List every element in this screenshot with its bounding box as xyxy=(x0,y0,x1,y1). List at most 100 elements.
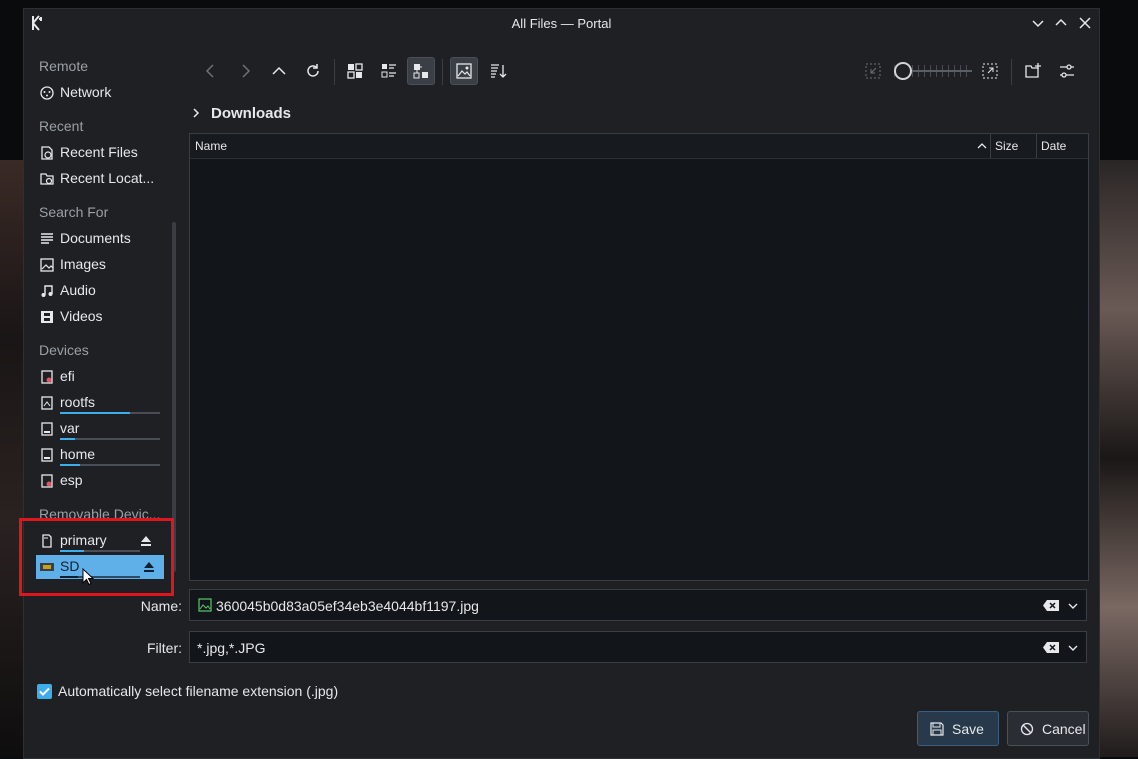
options-button[interactable] xyxy=(1053,57,1081,85)
device-label: esp xyxy=(60,472,83,488)
toolbar-separator xyxy=(442,59,443,85)
places-item-label: Documents xyxy=(60,230,131,246)
mouse-cursor-icon xyxy=(82,568,94,586)
videos-icon xyxy=(41,311,53,323)
chevron-down-icon[interactable] xyxy=(1066,599,1080,613)
drive-icon xyxy=(41,448,53,462)
filename-combobox[interactable]: 360045b0d83a05ef34eb3e4044bf1197.jpg xyxy=(189,589,1087,621)
places-item-documents[interactable]: Documents xyxy=(39,227,161,251)
minimize-button[interactable] xyxy=(1030,15,1046,31)
annotation-highlight-box xyxy=(19,518,174,596)
filter-combobox[interactable]: *.jpg,*.JPG xyxy=(189,631,1087,663)
wallpaper-right xyxy=(1098,160,1138,757)
title-bar: All Files — Portal xyxy=(24,9,1099,37)
capacity-bar xyxy=(60,464,160,466)
auto-extension-checkbox[interactable] xyxy=(37,684,52,699)
filter-input[interactable]: *.jpg,*.JPG xyxy=(197,640,265,656)
column-header: Name Size Date xyxy=(190,134,1088,159)
up-icon xyxy=(272,66,286,75)
places-item-audio[interactable]: Audio xyxy=(39,279,161,303)
capacity-bar xyxy=(60,438,160,440)
window-title: All Files — Portal xyxy=(511,16,612,31)
chevron-down-icon[interactable] xyxy=(1066,641,1080,655)
breadcrumb-current-folder[interactable]: Downloads xyxy=(211,105,291,122)
toolbar-separator xyxy=(1011,59,1012,85)
filter-label: Filter: xyxy=(147,640,182,656)
save-button[interactable]: Save xyxy=(917,711,999,746)
images-icon xyxy=(40,258,54,272)
parent-folder-button[interactable] xyxy=(265,57,293,85)
device-label: rootfs xyxy=(60,394,96,410)
reload-icon xyxy=(307,64,319,77)
new-folder-icon xyxy=(1025,63,1041,78)
places-sidebar: Remote Network Recent Recent Files Recen… xyxy=(24,55,166,585)
device-item-home[interactable]: home xyxy=(39,443,161,467)
close-button[interactable] xyxy=(1077,15,1093,31)
partition-icon xyxy=(41,370,53,384)
cancel-icon xyxy=(1020,722,1034,736)
forward-button[interactable] xyxy=(231,57,259,85)
icons-view-icon xyxy=(347,63,363,79)
sort-icon xyxy=(491,64,507,78)
recent-files-icon xyxy=(41,146,53,160)
places-item-recent-files[interactable]: Recent Files xyxy=(39,141,161,165)
zoom-slider-handle[interactable] xyxy=(894,62,912,80)
zoom-in-icon xyxy=(982,63,998,79)
name-label: Name: xyxy=(140,598,182,614)
drive-icon xyxy=(41,422,53,436)
places-item-network[interactable]: Network xyxy=(39,81,161,105)
zoom-slider[interactable] xyxy=(894,62,972,80)
device-item-efi[interactable]: efi xyxy=(39,365,161,389)
clear-text-icon[interactable] xyxy=(1042,641,1060,654)
maximize-button[interactable] xyxy=(1053,15,1069,31)
toolbar-separator xyxy=(334,59,335,85)
details-view-button[interactable] xyxy=(407,57,435,85)
zoom-out-button[interactable] xyxy=(859,57,887,85)
auto-extension-label[interactable]: Automatically select filename extension … xyxy=(58,683,338,699)
column-size[interactable]: Size xyxy=(995,139,1018,153)
places-item-label: Audio xyxy=(60,282,96,298)
compact-view-button[interactable] xyxy=(375,57,403,85)
compact-view-icon xyxy=(381,64,396,78)
reload-button[interactable] xyxy=(299,57,327,85)
filename-input[interactable]: 360045b0d83a05ef34eb3e4044bf1197.jpg xyxy=(216,598,479,614)
file-list-view[interactable]: Name Size Date xyxy=(189,133,1089,581)
preview-icon xyxy=(456,63,472,79)
back-icon xyxy=(205,64,214,78)
cancel-button[interactable]: Cancel xyxy=(1007,711,1089,746)
capacity-bar xyxy=(60,412,160,414)
checkmark-icon xyxy=(39,687,50,696)
places-item-label: Videos xyxy=(60,308,103,324)
places-item-label: Images xyxy=(60,256,106,272)
forward-icon xyxy=(242,64,251,78)
zoom-in-button[interactable] xyxy=(976,57,1004,85)
chevron-right-icon xyxy=(193,108,200,118)
sort-button[interactable] xyxy=(484,57,512,85)
audio-icon xyxy=(41,285,53,297)
icons-view-button[interactable] xyxy=(341,57,369,85)
partition-icon xyxy=(41,474,53,488)
places-item-label: Network xyxy=(60,84,112,100)
sort-ascending-icon xyxy=(977,143,987,149)
back-button[interactable] xyxy=(197,57,225,85)
places-item-recent-locations[interactable]: Recent Locat... xyxy=(39,167,161,191)
device-item-esp[interactable]: esp xyxy=(39,469,161,493)
places-item-images[interactable]: Images xyxy=(39,253,161,277)
clear-text-icon[interactable] xyxy=(1042,599,1060,612)
device-item-rootfs[interactable]: rootfs xyxy=(39,391,161,415)
device-item-var[interactable]: var xyxy=(39,417,161,441)
device-label: var xyxy=(60,420,80,436)
column-name[interactable]: Name xyxy=(195,139,227,153)
column-date[interactable]: Date xyxy=(1041,139,1066,153)
places-item-videos[interactable]: Videos xyxy=(39,305,161,329)
places-item-label: Recent Files xyxy=(60,144,138,160)
drive-icon xyxy=(41,396,53,410)
cancel-button-label: Cancel xyxy=(1042,721,1086,737)
section-header-devices: Devices xyxy=(39,342,89,358)
section-header-remote: Remote xyxy=(39,58,89,74)
section-header-search-for: Search For xyxy=(39,204,109,220)
new-folder-button[interactable] xyxy=(1019,57,1047,85)
file-dialog-window: All Files — Portal Remote Network Recent… xyxy=(19,8,1100,759)
save-icon xyxy=(930,722,944,736)
preview-toggle-button[interactable] xyxy=(450,57,478,85)
